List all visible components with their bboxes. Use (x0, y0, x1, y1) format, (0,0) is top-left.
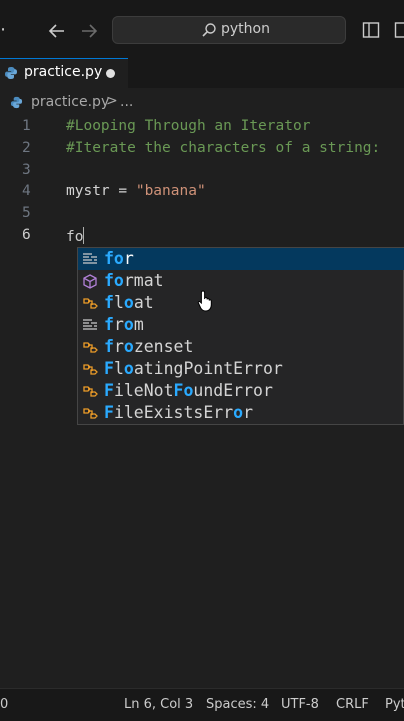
toggle-sidebar-icon[interactable] (362, 21, 380, 39)
suggestion-item-from[interactable]: from (78, 314, 404, 336)
breadcrumb: practice.py > ... (0, 92, 404, 114)
text-cursor (83, 227, 84, 244)
code-variable: mystr = (66, 183, 136, 199)
tab-label: practice.py (24, 64, 102, 80)
code-line: #Iterate the characters of a string: (66, 140, 380, 156)
toggle-panel-icon[interactable] (394, 21, 404, 39)
line-number: 4 (22, 183, 42, 199)
class-icon (82, 406, 98, 421)
suggestion-list: for format float from frozenset Floating… (77, 247, 404, 425)
tab-practice-py[interactable]: practice.py (0, 58, 128, 88)
status-language[interactable]: Pyt (385, 697, 404, 712)
search-icon (201, 22, 217, 38)
line-number: 1 (22, 118, 42, 134)
keyword-icon (82, 252, 98, 267)
code-line: mystr = "banana" (66, 183, 206, 199)
breadcrumb-more[interactable]: ... (120, 94, 133, 110)
forward-arrow-icon[interactable] (78, 20, 100, 42)
status-bar: 0 Ln 6, Col 3 Spaces: 4 UTF-8 CRLF Pyt (0, 688, 404, 721)
status-indentation[interactable]: Spaces: 4 (206, 697, 269, 712)
command-center-search[interactable]: python (112, 16, 346, 44)
hand-pointer-icon (197, 289, 217, 313)
code-string: "banana" (136, 183, 206, 199)
breadcrumb-file[interactable]: practice.py (31, 94, 109, 110)
python-file-icon (10, 96, 23, 109)
line-number: 3 (22, 162, 42, 178)
status-problems[interactable]: 0 (0, 697, 8, 712)
search-text: python (221, 21, 270, 37)
tab-bar: practice.py (0, 58, 404, 88)
suggestion-item-fileexistserror[interactable]: FileExistsError (78, 402, 404, 424)
typed-text: fo (66, 229, 83, 245)
suggestion-item-filenotfounderror[interactable]: FileNotFoundError (78, 380, 404, 402)
title-bar: ⋯ python (0, 0, 404, 59)
status-eol[interactable]: CRLF (336, 697, 369, 712)
suggestion-item-for[interactable]: for (78, 248, 404, 270)
unsaved-dot-icon[interactable] (106, 69, 115, 78)
chevron-right-icon: > (106, 93, 118, 109)
suggestion-item-format[interactable]: format (78, 270, 404, 292)
suggestion-item-float[interactable]: float (78, 292, 404, 314)
menu-icon[interactable]: ⋯ (0, 20, 6, 40)
status-cursor-position[interactable]: Ln 6, Col 3 (124, 697, 193, 712)
line-number: 2 (22, 140, 42, 156)
keyword-icon (82, 318, 98, 333)
class-icon (82, 296, 98, 311)
code-line: #Looping Through an Iterator (66, 118, 310, 134)
class-icon (82, 384, 98, 399)
suggestion-item-frozenset[interactable]: frozenset (78, 336, 404, 358)
class-icon (82, 340, 98, 355)
back-arrow-icon[interactable] (46, 20, 68, 42)
python-file-icon (4, 65, 18, 79)
method-cube-icon (82, 274, 98, 289)
status-encoding[interactable]: UTF-8 (281, 697, 319, 712)
suggestion-item-floatingpointerror[interactable]: FloatingPointError (78, 358, 404, 380)
line-number: 5 (22, 205, 42, 221)
line-number: 6 (22, 227, 42, 243)
code-line: fo (66, 227, 84, 245)
class-icon (82, 362, 98, 377)
